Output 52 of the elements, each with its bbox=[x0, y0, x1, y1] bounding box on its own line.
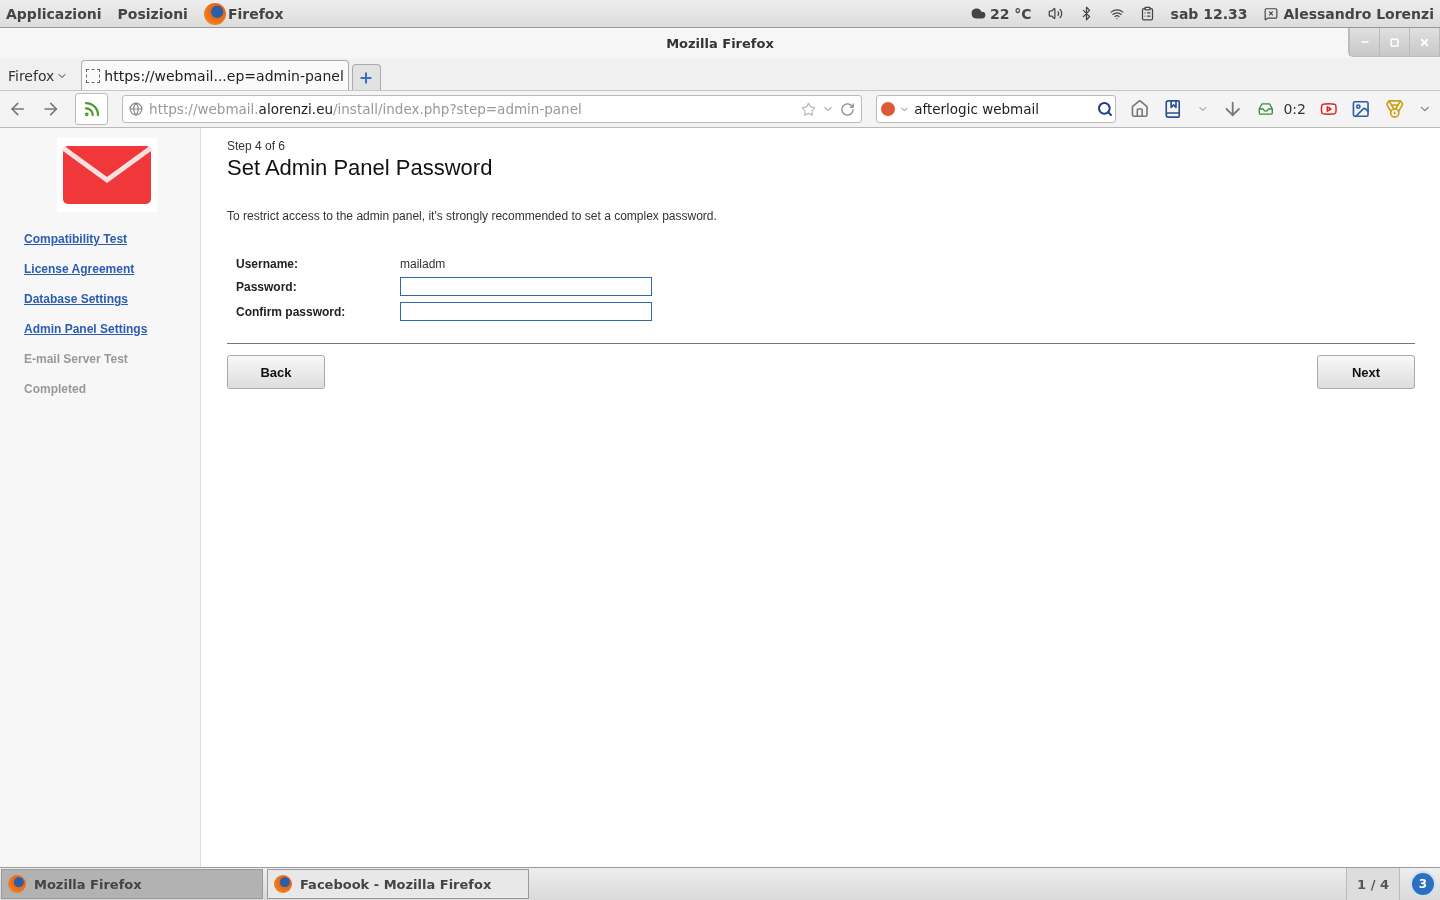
feed-icon bbox=[82, 100, 101, 118]
new-tab-button[interactable] bbox=[351, 64, 381, 90]
panel-menu[interactable]: Applicazioni bbox=[6, 5, 102, 22]
globe-icon bbox=[129, 102, 144, 116]
taskbar-item[interactable]: Facebook - Mozilla Firefox bbox=[267, 869, 529, 899]
password-field[interactable] bbox=[400, 302, 652, 321]
reload-icon[interactable] bbox=[840, 101, 856, 117]
firefox-menu-button[interactable]: Firefox bbox=[8, 62, 73, 90]
field-value: mailadm bbox=[400, 257, 447, 271]
chat-icon bbox=[1263, 6, 1278, 21]
panel-menu[interactable]: Posizioni bbox=[117, 5, 188, 22]
close-icon bbox=[1419, 36, 1430, 48]
volume-icon[interactable] bbox=[1047, 6, 1063, 21]
mail-counter: 0:2 bbox=[1283, 101, 1306, 117]
page-title: Set Admin Panel Password bbox=[227, 155, 494, 181]
notification-badge[interactable]: 3 bbox=[1410, 871, 1436, 897]
field-label: Password: bbox=[236, 279, 298, 294]
cloud-icon bbox=[970, 6, 986, 21]
search-query: afterlogic webmail bbox=[914, 101, 1040, 117]
book-icon[interactable] bbox=[1163, 99, 1183, 119]
inbox-icon[interactable] bbox=[1257, 101, 1274, 117]
video-icon[interactable] bbox=[1319, 100, 1338, 118]
password-field[interactable] bbox=[400, 277, 652, 296]
maximize-icon bbox=[1390, 37, 1399, 47]
back-button[interactable]: Back bbox=[227, 355, 325, 389]
step-link[interactable]: Database Settings bbox=[24, 292, 129, 306]
step-link: E-mail Server Test bbox=[24, 352, 128, 366]
taskbar-item[interactable]: Mozilla Firefox bbox=[1, 869, 263, 899]
clock[interactable]: sab 12.33 bbox=[1170, 5, 1248, 22]
step-link[interactable]: License Agreement bbox=[24, 262, 135, 276]
search-icon[interactable] bbox=[1096, 101, 1113, 117]
home-icon[interactable] bbox=[1129, 99, 1150, 119]
user-menu[interactable]: Alessandro Lorenzi bbox=[1283, 5, 1434, 22]
search-field[interactable]: afterlogic webmail bbox=[876, 95, 1116, 123]
star-icon[interactable] bbox=[801, 101, 817, 117]
image-icon[interactable] bbox=[1351, 99, 1371, 119]
field-label: Username: bbox=[236, 257, 300, 271]
weather-text: 22 °C bbox=[989, 5, 1032, 22]
workspace-switcher[interactable]: 1 / 4 bbox=[1346, 868, 1400, 900]
feed-button[interactable] bbox=[74, 93, 109, 125]
field-label: Confirm password: bbox=[236, 304, 347, 319]
wifi-icon[interactable] bbox=[1109, 6, 1124, 21]
description-text: To restrict access to the admin panel, it's strongly recommended to set a complex password. bbox=[227, 209, 718, 223]
medal-icon[interactable] bbox=[1384, 99, 1405, 119]
step-link[interactable]: Admin Panel Settings bbox=[24, 322, 148, 336]
step-indicator: Step 4 of 6 bbox=[227, 139, 287, 153]
step-link[interactable]: Compatibility Test bbox=[24, 232, 128, 246]
next-button[interactable]: Next bbox=[1317, 355, 1415, 389]
active-app-menu[interactable]: Firefox bbox=[227, 5, 284, 22]
window-title: Mozilla Firefox bbox=[666, 35, 774, 51]
step-link: Completed bbox=[24, 382, 86, 396]
browser-tab[interactable]: https://webmail...ep=admin-panel bbox=[81, 60, 349, 90]
